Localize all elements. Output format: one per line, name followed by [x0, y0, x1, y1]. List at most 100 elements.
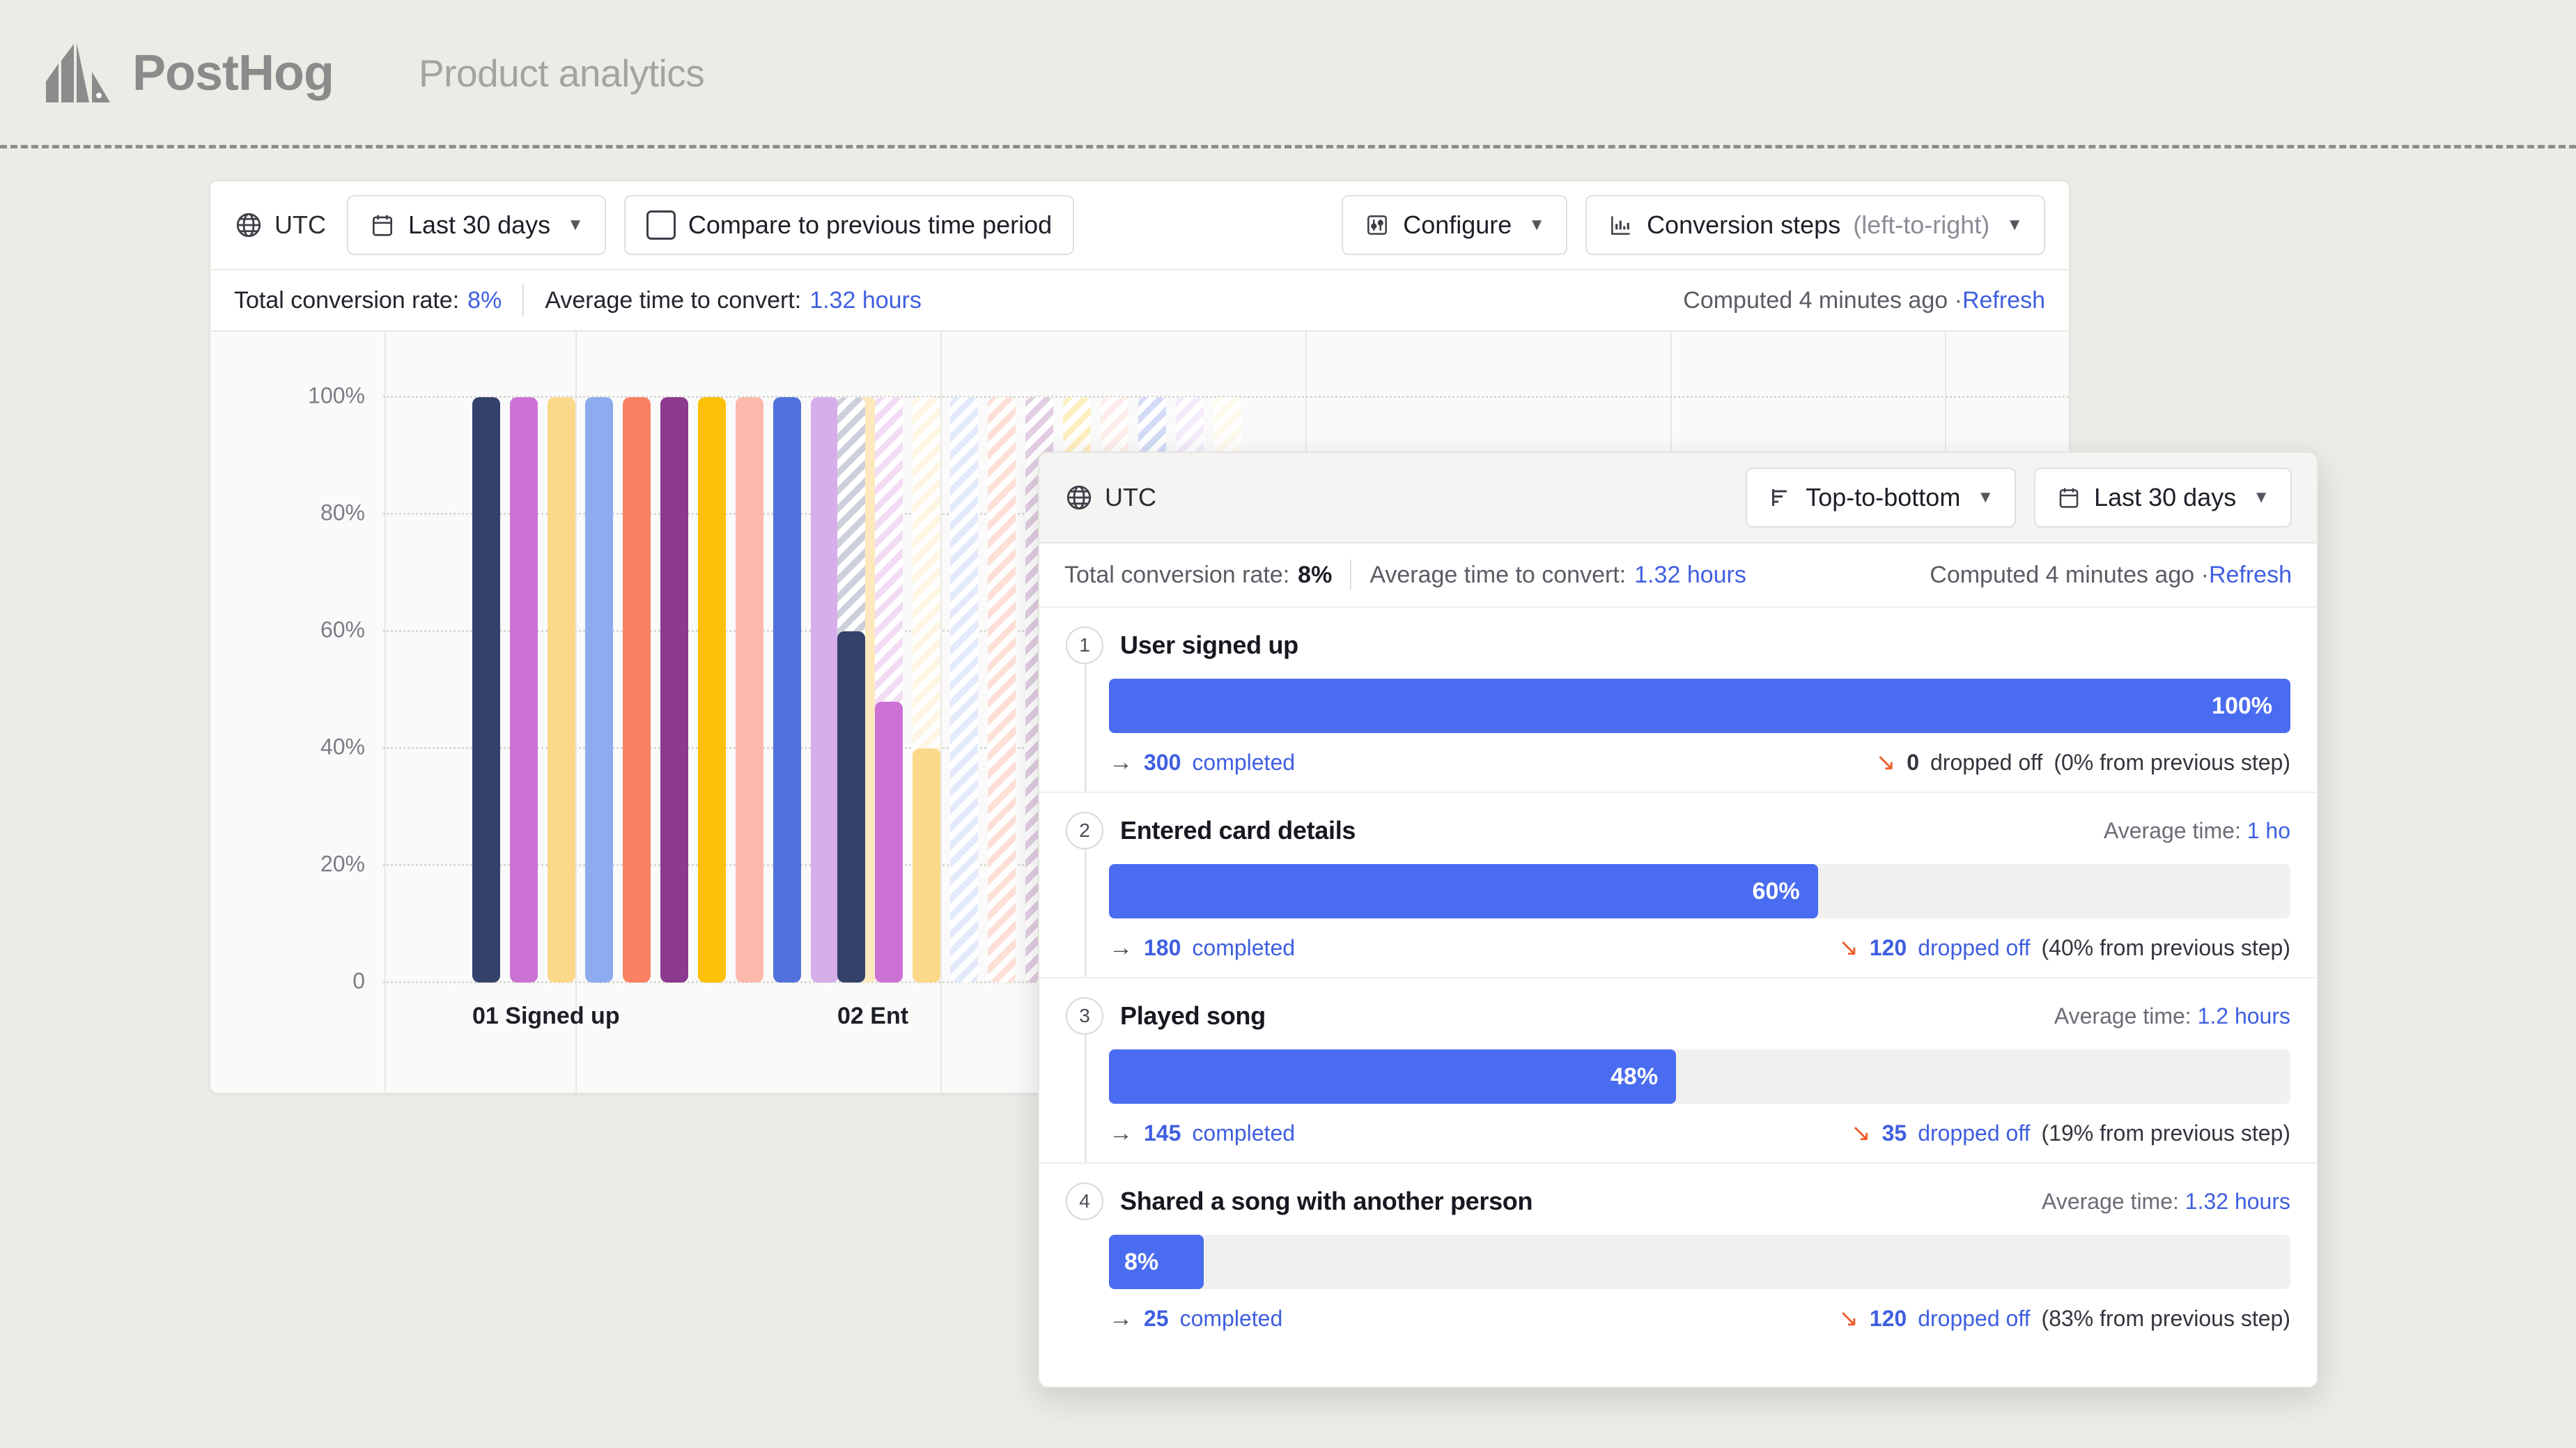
step-percent-label: 48% — [1611, 1063, 1659, 1090]
funnel-bar-fill — [472, 397, 500, 983]
chart-type-selector[interactable]: Conversion steps (left-to-right) ▼ — [1585, 195, 2045, 255]
posthog-hedgehog-logo-icon — [46, 43, 110, 102]
step-completed-group[interactable]: → 145 completed — [1109, 1120, 1295, 1147]
y-axis-tick: 20% — [320, 851, 365, 877]
refresh-link[interactable]: Refresh — [1962, 287, 2045, 314]
timezone-indicator: UTC — [234, 210, 326, 240]
step-average-time-value: 1.32 hours — [2185, 1188, 2290, 1214]
step-number-badge: 2 — [1066, 812, 1103, 849]
funnel-detail-panel: UTC Top-to-bottom ▼ Last 30 days ▼ Total… — [1038, 452, 2318, 1388]
step-dropped-note: (83% from previous step) — [2041, 1305, 2290, 1331]
funnel-bar[interactable] — [811, 397, 839, 983]
step-title: User signed up — [1120, 631, 1298, 659]
funnel-bar-fill — [811, 397, 839, 983]
funnel-bar-fill — [773, 397, 801, 983]
panel-toolbar: UTC Top-to-bottom ▼ Last 30 days ▼ — [1039, 453, 2317, 544]
step-dropped-label: dropped off — [1918, 934, 2031, 960]
step-progress-bar[interactable]: 60% — [1109, 864, 2290, 918]
arrow-right-icon: → — [1109, 748, 1133, 776]
funnel-bar[interactable] — [913, 397, 940, 983]
step-title: Entered card details — [1120, 816, 1356, 845]
step-progress-track — [1109, 1235, 2290, 1289]
funnel-bar[interactable] — [623, 397, 651, 983]
configure-button[interactable]: Configure ▼ — [1342, 195, 1568, 255]
step-dropped-group[interactable]: ↘ 0 dropped off (0% from previous step) — [1876, 748, 2290, 776]
step-progress-fill: 60% — [1109, 864, 1818, 918]
x-axis-label-step-2: 02 Ent — [837, 1003, 909, 1029]
calendar-icon — [2059, 488, 2079, 508]
page-header: PostHog Product analytics — [0, 0, 2576, 146]
step-completed-group[interactable]: → 300 completed — [1109, 749, 1295, 776]
funnel-step[interactable]: 2 Entered card details Average time: 1 ho 6… — [1039, 793, 2317, 978]
bars-layout-icon — [1772, 489, 1787, 506]
step-progress-bar[interactable]: 48% — [1109, 1049, 2290, 1104]
chart-type-suffix: (left-to-right) — [1853, 210, 1990, 239]
chevron-down-icon: ▼ — [1528, 215, 1546, 234]
funnel-bar[interactable] — [988, 397, 1016, 983]
funnel-bar-fill — [660, 397, 688, 983]
step-progress-bar[interactable]: 100% — [1109, 679, 2290, 733]
funnel-bar-remainder — [988, 397, 1016, 983]
compare-previous-period-toggle[interactable]: Compare to previous time period — [623, 195, 1075, 255]
calendar-icon — [372, 215, 393, 236]
step-completed-group[interactable]: → 180 completed — [1109, 934, 1295, 962]
step-progress-bar[interactable]: 8% — [1109, 1235, 2290, 1289]
funnel-bar[interactable] — [585, 397, 613, 983]
funnel-bar[interactable] — [773, 397, 801, 983]
y-axis-tick: 40% — [320, 734, 365, 760]
date-range-label: Last 30 days — [408, 210, 551, 239]
arrow-down-right-icon: ↘ — [1875, 749, 1896, 776]
date-range-selector[interactable]: Last 30 days ▼ — [347, 195, 606, 255]
funnel-step[interactable]: 1 User signed up 100% → 300 completed ↘ 0 droppe… — [1039, 608, 2317, 793]
step-header: 3 Played song Average time: 1.2 hours — [1066, 996, 2290, 1035]
step-number-badge: 1 — [1066, 626, 1103, 664]
step-title: Shared a song with another person — [1120, 1187, 1533, 1215]
step-completed-label: completed — [1179, 1305, 1283, 1331]
step-dropped-group[interactable]: ↘ 120 dropped off (83% from previous step) — [1838, 1304, 2290, 1332]
step-completed-label: completed — [1192, 934, 1296, 960]
funnel-bar[interactable] — [837, 397, 865, 983]
funnel-bar[interactable] — [875, 397, 903, 983]
funnel-bar[interactable] — [472, 397, 500, 983]
panel-summary-divider — [1350, 560, 1352, 590]
step-percent-label: 8% — [1124, 1248, 1159, 1275]
total-conversion-value: 8% — [467, 286, 502, 314]
funnel-step[interactable]: 4 Shared a song with another person Averag… — [1039, 1164, 2317, 1348]
step-dropped-group[interactable]: ↘ 120 dropped off (40% from previous step) — [1838, 934, 2290, 962]
step-connector-line — [1085, 849, 1087, 977]
step-footer: → 145 completed ↘ 35 dropped off (19% from pre… — [1109, 1119, 2290, 1147]
funnel-bar-fill — [736, 397, 763, 983]
step-dropped-group[interactable]: ↘ 35 dropped off (19% from previous step) — [1851, 1119, 2290, 1147]
panel-date-range-selector[interactable]: Last 30 days ▼ — [2034, 468, 2292, 527]
y-axis-tick: 0 — [352, 968, 365, 994]
step-dropped-note: (40% from previous step) — [2041, 934, 2290, 960]
step-header: 4 Shared a song with another person Averag… — [1066, 1182, 2290, 1221]
y-axis-tick: 60% — [320, 617, 365, 642]
step-average-time: Average time: 1.32 hours — [2042, 1188, 2290, 1214]
panel-layout-selector[interactable]: Top-to-bottom ▼ — [1746, 468, 2017, 527]
summary-divider — [522, 284, 525, 316]
checkbox-unchecked-icon[interactable] — [646, 210, 676, 240]
panel-summary-bar: Total conversion rate: 8% Average time t… — [1039, 544, 2317, 608]
funnel-bar[interactable] — [660, 397, 688, 983]
step-title: Played song — [1120, 1001, 1266, 1030]
total-conversion-label: Total conversion rate: — [234, 286, 460, 314]
funnel-step[interactable]: 3 Played song Average time: 1.2 hours 48% → 1… — [1039, 978, 2317, 1164]
panel-refresh-link[interactable]: Refresh — [2209, 562, 2292, 589]
funnel-bar[interactable] — [736, 397, 763, 983]
panel-timezone-indicator: UTC — [1064, 483, 1156, 512]
bar-group-step-1 — [472, 397, 876, 983]
funnel-bar[interactable] — [548, 397, 575, 983]
step-footer: → 300 completed ↘ 0 dropped off (0% from previ… — [1109, 748, 2290, 776]
header-divider — [0, 145, 2576, 148]
funnel-bar[interactable] — [698, 397, 726, 983]
panel-computed-text: Computed 4 minutes ago · — [1930, 561, 2209, 588]
step-average-time-value: 1.2 hours — [2197, 1003, 2290, 1029]
step-dropped-count: 120 — [1869, 934, 1907, 960]
chart-type-label: Conversion steps — [1647, 210, 1841, 239]
funnel-bar[interactable] — [950, 397, 978, 983]
step-connector-line — [1085, 1034, 1087, 1162]
funnel-steps-list: 1 User signed up 100% → 300 completed ↘ 0 droppe… — [1039, 608, 2317, 1348]
step-completed-group[interactable]: → 25 completed — [1109, 1305, 1282, 1332]
funnel-bar[interactable] — [510, 397, 538, 983]
